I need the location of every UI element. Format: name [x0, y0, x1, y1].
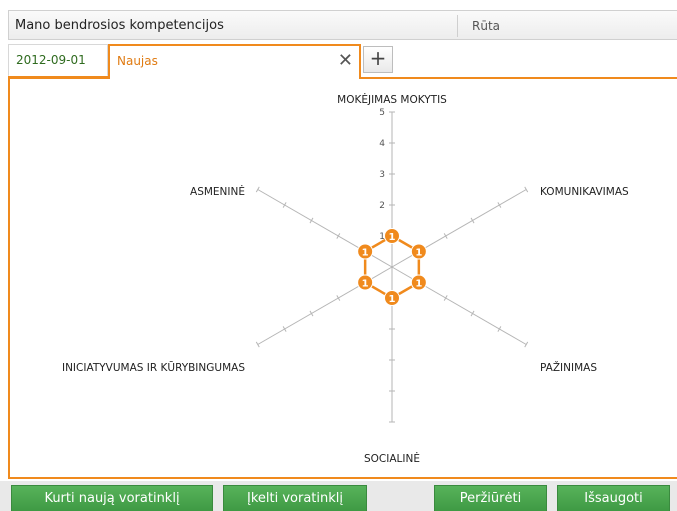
- axis-tick: [282, 202, 287, 208]
- axis-tick: [470, 310, 475, 317]
- close-icon[interactable]: ✕: [338, 46, 353, 76]
- data-label: 1: [415, 248, 422, 259]
- data-label: 1: [389, 294, 396, 305]
- data-label: 1: [389, 232, 396, 243]
- axis-tick: [309, 217, 314, 224]
- upload-web-button[interactable]: Įkelti voratinklį: [223, 485, 367, 511]
- data-label: 1: [362, 248, 369, 259]
- add-tab-button[interactable]: +: [363, 46, 393, 73]
- chart-panel: 1 2 3 4 5 MOKĖJIMAS MOKYTIS KOMUNIKAVIMAS PAŽIN…: [8, 77, 677, 479]
- app-header: Mano bendrosios kompetencijos Rūta: [8, 10, 677, 40]
- tick-label: 3: [379, 170, 385, 180]
- axis-tick: [443, 295, 448, 301]
- axis-label: SOCIALINĖ: [364, 452, 420, 465]
- tab-2012-09-01[interactable]: 2012-09-01: [8, 44, 108, 78]
- axis-tick: [336, 295, 341, 301]
- tick-label: 2: [379, 201, 385, 211]
- axis-tick: [524, 186, 529, 193]
- axis-tick: [255, 186, 260, 193]
- view-button[interactable]: Peržiūrėti: [434, 485, 547, 511]
- axis-tick: [255, 341, 260, 348]
- tick-label: 4: [379, 139, 385, 149]
- create-web-button[interactable]: Kurti naują voratinklį: [11, 485, 213, 511]
- tab-label: 2012-09-01: [16, 53, 86, 67]
- axis-label: INICIATYVUMAS IR KŪRYBINGUMAS: [62, 361, 245, 374]
- axis-tick: [336, 233, 341, 239]
- radar-chart: 1 2 3 4 5 MOKĖJIMAS MOKYTIS KOMUNIKAVIMAS PAŽIN…: [62, 93, 629, 465]
- data-label: 1: [415, 279, 422, 290]
- header-divider: [457, 15, 458, 37]
- axis-label: MOKĖJIMAS MOKYTIS: [337, 93, 447, 106]
- user-name[interactable]: Rūta: [472, 11, 500, 41]
- axis-label: KOMUNIKAVIMAS: [540, 186, 629, 198]
- page-title: Mano bendrosios kompetencijos: [15, 18, 224, 33]
- axis-tick: [497, 202, 502, 208]
- tab-label: Naujas: [117, 54, 158, 68]
- axis-tick: [470, 217, 475, 224]
- data-label: 1: [362, 279, 369, 290]
- save-button[interactable]: Išsaugoti: [557, 485, 670, 511]
- axis-tick: [443, 233, 448, 239]
- tick-label: 5: [379, 108, 385, 118]
- axis-tick: [309, 310, 314, 317]
- axis-tick: [497, 326, 502, 332]
- axis-tick: [282, 326, 287, 332]
- axis-label: ASMENINĖ: [190, 185, 245, 198]
- axis-label: PAŽINIMAS: [540, 361, 597, 374]
- tab-naujas[interactable]: Naujas ✕: [108, 44, 361, 79]
- axis-tick: [524, 341, 529, 348]
